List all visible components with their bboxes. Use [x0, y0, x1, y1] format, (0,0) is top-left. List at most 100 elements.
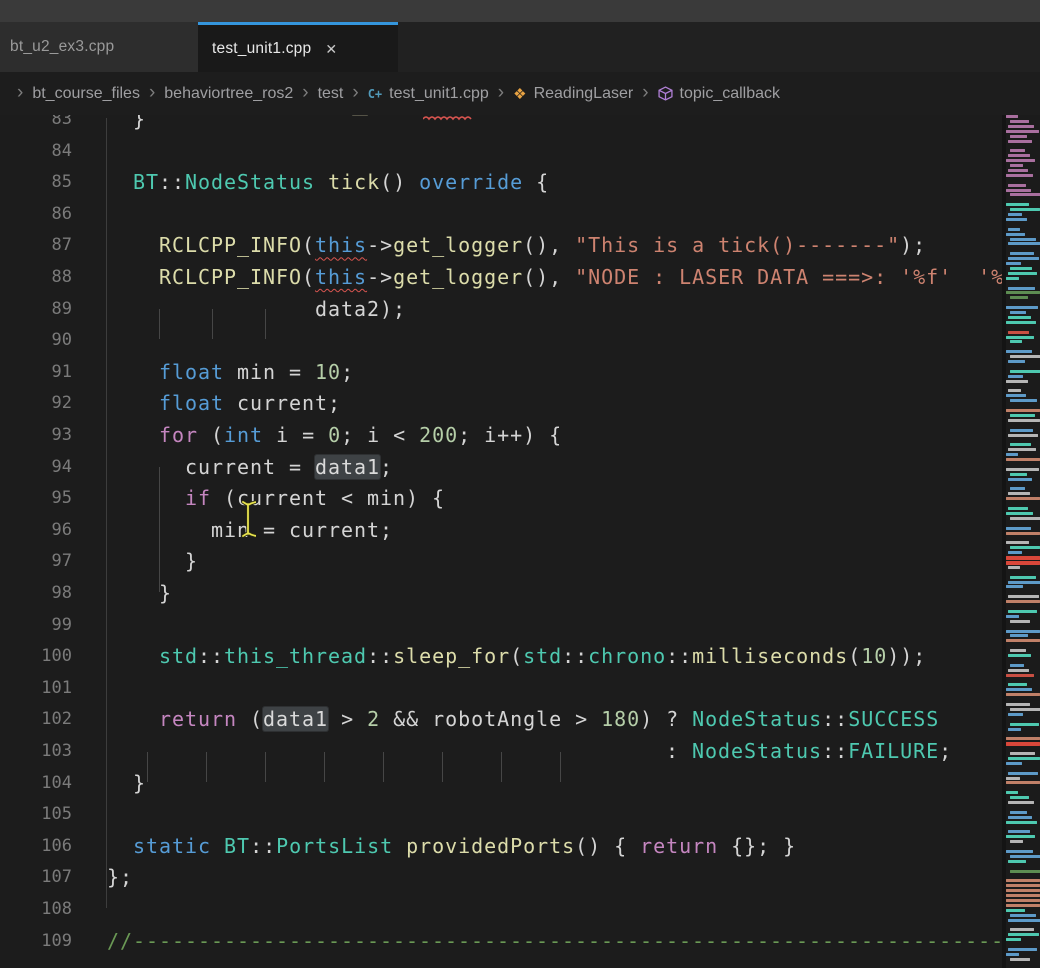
method-symbol-icon	[658, 86, 673, 101]
line-number: 95	[0, 488, 72, 508]
minimap-line	[1008, 816, 1032, 819]
minimap-line	[1010, 840, 1023, 843]
chevron-right-icon: ›	[17, 82, 23, 104]
code-text: : NodeStatus::FAILURE;	[107, 739, 952, 763]
minimap-line	[1008, 933, 1039, 936]
minimap-line	[1008, 669, 1029, 672]
minimap-line	[1010, 649, 1026, 652]
minimap-line	[1006, 159, 1035, 162]
line-number: 104	[0, 773, 72, 793]
minimap-line	[1010, 399, 1037, 402]
minimap-line	[1006, 468, 1039, 471]
code-line-108[interactable]: 108	[0, 893, 1002, 925]
minimap-line	[1010, 796, 1029, 799]
line-number: 89	[0, 299, 72, 319]
code-line-106[interactable]: 106 static BT::PortsList providedPorts()…	[0, 830, 1002, 862]
minimap-line	[1008, 551, 1022, 554]
code-line-100[interactable]: 100 std::this_thread::sleep_for(std::chr…	[0, 640, 1002, 672]
code-line-91[interactable]: 91 float min = 10;	[0, 356, 1002, 388]
code-text: return (data1 > 2 && robotAngle > 180) ?…	[107, 707, 939, 731]
code-text: }	[107, 771, 146, 795]
breadcrumb: ›bt_course_files›behaviortree_ros2›test›…	[0, 72, 1040, 115]
chevron-right-icon: ›	[642, 82, 648, 104]
breadcrumb-item-topic-callback[interactable]: topic_callback	[658, 85, 781, 103]
code-line-98[interactable]: 98 }	[0, 577, 1002, 609]
line-number: 97	[0, 551, 72, 571]
code-line-105[interactable]: 105	[0, 798, 1002, 830]
code-line-84[interactable]: 84	[0, 135, 1002, 167]
minimap-line	[1006, 693, 1040, 696]
minimap-line	[1008, 257, 1039, 260]
indent-guide	[442, 752, 443, 782]
tab-bt_u2_ex3-cpp[interactable]: bt_u2_ex3.cpp	[0, 22, 198, 72]
minimap-line	[1008, 434, 1038, 437]
code-text: }	[107, 115, 146, 131]
minimap[interactable]	[1006, 115, 1040, 968]
line-number: 84	[0, 141, 72, 161]
code-line-88[interactable]: 88 RCLCPP_INFO(this->get_logger(), "NODE…	[0, 261, 1002, 293]
code-line-86[interactable]: 86	[0, 198, 1002, 230]
line-number: 94	[0, 457, 72, 477]
minimap-line	[1008, 507, 1028, 510]
line-number: 108	[0, 899, 72, 919]
minimap-line	[1008, 581, 1040, 584]
minimap-line	[1006, 953, 1019, 956]
minimap-line	[1010, 429, 1033, 432]
code-line-92[interactable]: 92 float current;	[0, 388, 1002, 420]
code-line-96[interactable]: 96 min = current;	[0, 514, 1002, 546]
breadcrumb-item-readinglaser[interactable]: ❖ReadingLaser	[513, 85, 633, 103]
minimap-line	[1010, 752, 1035, 755]
close-icon[interactable]: ✕	[325, 42, 337, 56]
minimap-line	[1008, 566, 1020, 569]
minimap-line	[1006, 879, 1040, 882]
minimap-line	[1006, 115, 1018, 118]
minimap-line	[1010, 634, 1028, 637]
code-line-94[interactable]: 94 current = data1;	[0, 451, 1002, 483]
minimap-line	[1006, 561, 1040, 565]
line-number: 107	[0, 867, 72, 887]
code-text: };	[107, 865, 133, 889]
line-number: 102	[0, 709, 72, 729]
line-number: 103	[0, 741, 72, 761]
minimap-line	[1006, 336, 1034, 339]
code-line-97[interactable]: 97 }	[0, 546, 1002, 578]
code-line-89[interactable]: 89 data2);	[0, 293, 1002, 325]
breadcrumb-item-test-unit1-cpp[interactable]: C+test_unit1.cpp	[368, 85, 489, 103]
breadcrumb-label: ReadingLaser	[534, 85, 634, 103]
minimap-line	[1006, 899, 1040, 902]
code-line-95[interactable]: 95 if (current < min) {	[0, 482, 1002, 514]
minimap-line	[1006, 380, 1028, 383]
minimap-line	[1008, 772, 1038, 775]
code-line-107[interactable]: 107};	[0, 862, 1002, 894]
tab-test_unit1-cpp[interactable]: test_unit1.cpp ✕	[198, 22, 398, 72]
code-line-85[interactable]: 85 BT::NodeStatus tick() override {	[0, 166, 1002, 198]
minimap-line	[1010, 723, 1039, 726]
code-line-109[interactable]: 109//-----------------------------------…	[0, 925, 1002, 957]
code-line-90[interactable]: 90	[0, 324, 1002, 356]
breadcrumb-item-behaviortree-ros2[interactable]: behaviortree_ros2	[164, 85, 293, 103]
indent-guide	[383, 752, 384, 782]
breadcrumb-item-test[interactable]: test	[318, 85, 344, 103]
minimap-line	[1006, 532, 1040, 535]
code-line-102[interactable]: 102 return (data1 > 2 && robotAngle > 18…	[0, 704, 1002, 736]
indent-guide	[159, 467, 160, 592]
code-text: for (int i = 0; i < 200; i++) {	[107, 423, 562, 447]
minimap-line	[1006, 321, 1036, 324]
error-squiggle	[423, 116, 473, 122]
code-line-87[interactable]: 87 RCLCPP_INFO(this->get_logger(), "This…	[0, 230, 1002, 262]
code-editor[interactable]: 83 }8485 BT::NodeStatus tick() override …	[0, 115, 1002, 968]
code-line-93[interactable]: 93 for (int i = 0; i < 200; i++) {	[0, 419, 1002, 451]
minimap-line	[1010, 164, 1023, 167]
minimap-line	[1010, 914, 1036, 917]
breadcrumb-item-bt-course-files[interactable]: bt_course_files	[32, 85, 140, 103]
indent-guide	[265, 752, 266, 782]
code-line-99[interactable]: 99	[0, 609, 1002, 641]
minimap-line	[1006, 850, 1033, 853]
code-line-101[interactable]: 101	[0, 672, 1002, 704]
minimap-line	[1010, 443, 1031, 446]
code-line-83[interactable]: 83 }	[0, 115, 1002, 135]
minimap-line	[1006, 409, 1040, 412]
minimap-line	[1008, 919, 1040, 922]
minimap-line	[1006, 600, 1040, 603]
minimap-line	[1006, 742, 1040, 746]
